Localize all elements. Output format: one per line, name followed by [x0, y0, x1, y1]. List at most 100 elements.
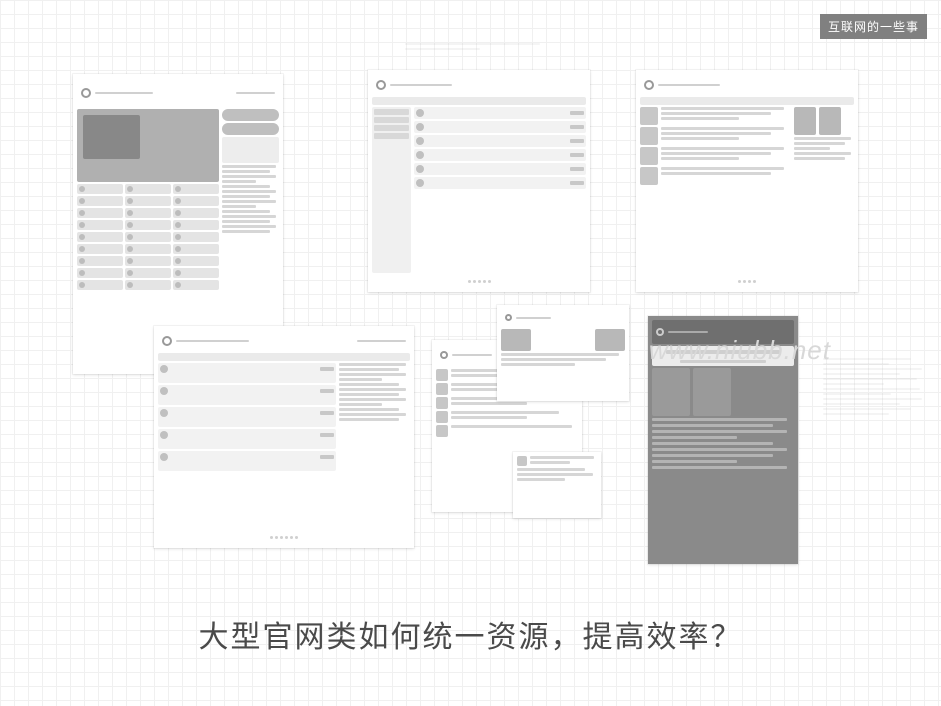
slide-headline: 大型官网类如何统一资源，提高效率？ [0, 612, 941, 656]
thumb-icon [640, 127, 658, 145]
app-tile [173, 256, 219, 266]
nav-item [374, 109, 409, 115]
product-photo [693, 368, 731, 416]
thumb-icon [640, 107, 658, 125]
dialog-overlay [652, 346, 794, 366]
nav-item [374, 125, 409, 131]
app-tile [173, 232, 219, 242]
app-tile [173, 196, 219, 206]
rank-row [222, 230, 270, 233]
thumb-icon [517, 456, 527, 466]
app-tile [125, 220, 171, 230]
list-item [414, 149, 586, 161]
list-item [414, 121, 586, 133]
brand-label [95, 92, 153, 94]
app-tile [125, 196, 171, 206]
side-photo [794, 107, 816, 135]
list-item [158, 363, 336, 383]
app-tile [173, 220, 219, 230]
app-tile [77, 196, 123, 206]
app-tile [125, 232, 171, 242]
detail-list-mockup [154, 326, 414, 548]
thumb-icon [640, 147, 658, 165]
list-row [436, 425, 578, 437]
corner-badge: 互联网的一些事 [820, 14, 927, 39]
rank-row [222, 225, 276, 228]
app-tile [77, 232, 123, 242]
logo-icon [162, 336, 172, 346]
tab-bar [640, 97, 854, 105]
article-row [640, 107, 791, 125]
article-list-mockup [636, 70, 858, 292]
brand-label [390, 84, 452, 86]
headline-text: 大型官网类如何统一资源，提高效率？ [199, 621, 743, 654]
app-tile [125, 208, 171, 218]
mock-header [640, 74, 854, 95]
rank-row [222, 205, 256, 208]
rank-row [222, 185, 270, 188]
hero-banner [77, 109, 219, 182]
list-item [158, 385, 336, 405]
article-row [640, 147, 791, 165]
mini-card-mockup [497, 305, 629, 401]
nav-item [374, 117, 409, 123]
list-item [414, 163, 586, 175]
tab-bar [158, 353, 410, 361]
rank-row [222, 210, 270, 213]
list-item [158, 429, 336, 449]
pagination [640, 275, 854, 288]
cta-pill [222, 123, 279, 135]
pagination [158, 531, 410, 544]
rank-row [222, 200, 276, 203]
brand-label [452, 354, 492, 356]
app-icon-grid [77, 184, 219, 290]
rank-row [222, 180, 256, 183]
mock-header [501, 309, 625, 327]
app-tile [77, 280, 123, 290]
app-tile [125, 256, 171, 266]
badge-text: 互联网的一些事 [828, 20, 919, 34]
app-tile [77, 208, 123, 218]
list-item [414, 177, 586, 189]
app-tile [77, 220, 123, 230]
mock-header [372, 74, 586, 95]
card-photo [595, 329, 625, 351]
app-tile [77, 256, 123, 266]
mock-header [77, 78, 279, 107]
tab-bar [372, 97, 586, 105]
article-row [640, 127, 791, 145]
mock-header [158, 330, 410, 351]
list-item [158, 451, 336, 471]
rank-row [222, 190, 276, 193]
logo-icon [644, 80, 654, 90]
nav-links [236, 92, 275, 94]
list-row [436, 411, 578, 423]
mock-header [652, 320, 794, 344]
list-item [414, 135, 586, 147]
rank-row [222, 215, 276, 218]
faint-background-mock [823, 355, 933, 418]
list-with-nav-mockup [368, 70, 590, 292]
list-item [414, 107, 586, 119]
side-nav [372, 107, 411, 273]
rank-row [222, 175, 276, 178]
app-tile [173, 208, 219, 218]
list-item [158, 407, 336, 427]
logo-icon [376, 80, 386, 90]
small-popup-mockup [513, 452, 601, 518]
app-tile [173, 280, 219, 290]
rank-row [222, 195, 270, 198]
logo-icon [656, 328, 664, 336]
nav-links [357, 340, 406, 342]
rank-row [222, 170, 270, 173]
app-tile [77, 268, 123, 278]
brand-label [658, 84, 720, 86]
thumb-icon [640, 167, 658, 185]
brand-label [176, 340, 249, 342]
side-photo [819, 107, 841, 135]
dark-detail-mockup [648, 316, 798, 564]
app-tile [125, 244, 171, 254]
faint-background-mock-top [405, 40, 555, 53]
app-tile [125, 184, 171, 194]
cta-pill [222, 109, 279, 121]
